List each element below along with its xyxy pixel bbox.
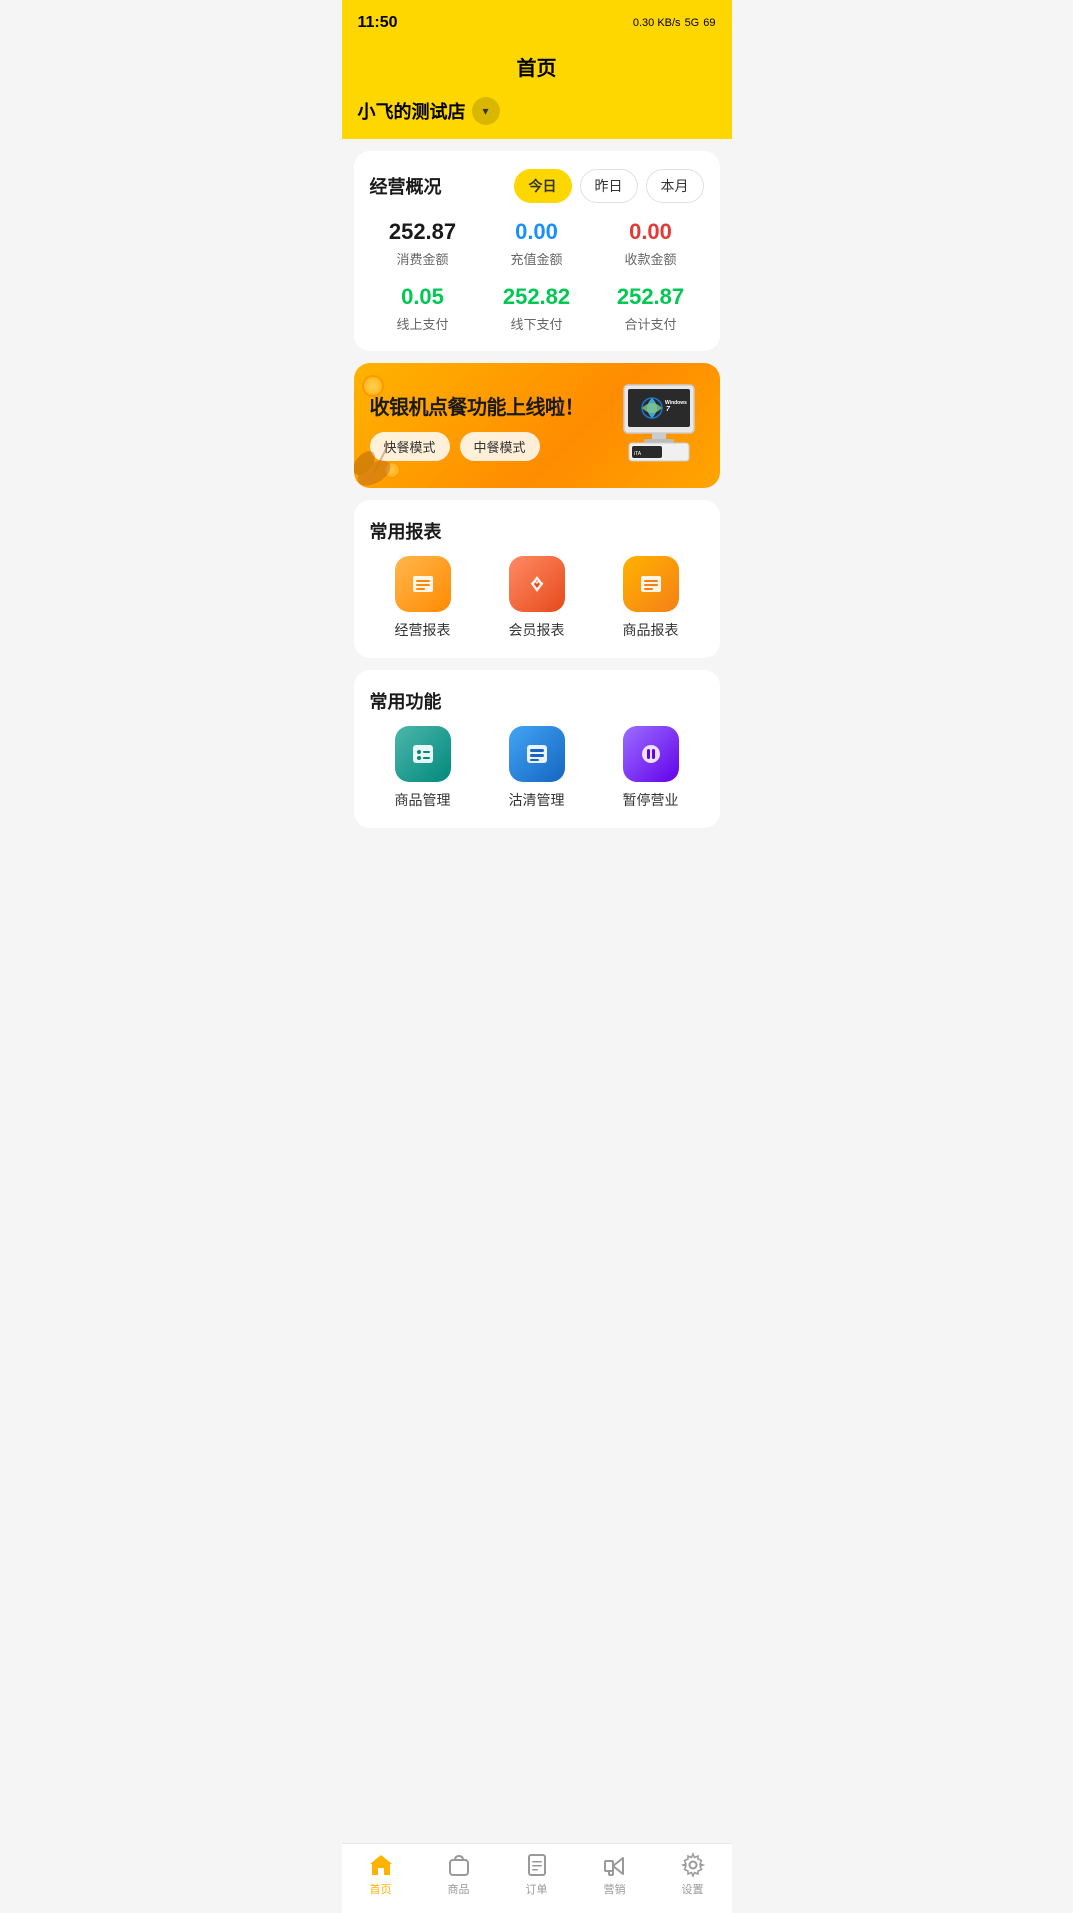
svg-text:iTA: iTA xyxy=(634,451,642,457)
reports-card: 常用报表 经营报表 xyxy=(354,500,720,658)
pos-machine-icon: Windows 7 iTA xyxy=(614,383,704,463)
overview-header: 经营概况 今日 昨日 本月 xyxy=(370,169,704,203)
status-icons: 0.30 KB/s 5G 69 xyxy=(633,17,716,29)
stat-consumption: 252.87 消费金额 xyxy=(370,219,476,268)
app-header: 首页 xyxy=(342,44,732,97)
page-title: 首页 xyxy=(342,52,732,81)
orders-icon xyxy=(524,1852,550,1878)
goods-report-svg xyxy=(637,570,665,598)
functions-grid: 商品管理 沽清管理 xyxy=(370,726,704,810)
nav-settings[interactable]: 设置 xyxy=(654,1852,732,1897)
nav-products-label: 商品 xyxy=(448,1881,470,1897)
settings-icon xyxy=(680,1852,706,1878)
functions-title: 常用功能 xyxy=(370,688,704,714)
stat-consumption-value: 252.87 xyxy=(370,219,476,245)
date-tab-group: 今日 昨日 本月 xyxy=(514,169,704,203)
stat-receipt-label: 收款金额 xyxy=(598,249,704,268)
stat-total-pay: 252.87 合计支付 xyxy=(598,284,704,333)
marketing-icon xyxy=(602,1852,628,1878)
banner-title: 收银机点餐功能上线啦！ xyxy=(370,391,602,420)
business-report-svg xyxy=(409,570,437,598)
report-business[interactable]: 经营报表 xyxy=(370,556,476,640)
stat-offline-pay: 252.82 线下支付 xyxy=(484,284,590,333)
stat-offline-pay-value: 252.82 xyxy=(484,284,590,310)
tab-today[interactable]: 今日 xyxy=(514,169,572,203)
pause-biz-svg xyxy=(637,740,665,768)
battery-level: 69 xyxy=(703,17,715,29)
nav-home[interactable]: 首页 xyxy=(342,1852,420,1897)
banner-leaf-deco xyxy=(354,423,424,488)
nav-settings-label: 设置 xyxy=(682,1881,704,1897)
func-clear-label: 沽清管理 xyxy=(509,790,565,810)
func-product-icon xyxy=(395,726,451,782)
functions-card: 常用功能 商品管理 xyxy=(354,670,720,828)
report-member-label: 会员报表 xyxy=(509,620,565,640)
network-speed: 0.30 KB/s xyxy=(633,17,681,29)
report-member[interactable]: 会员报表 xyxy=(484,556,590,640)
stat-offline-pay-label: 线下支付 xyxy=(484,314,590,333)
products-icon xyxy=(446,1852,472,1878)
report-member-icon xyxy=(509,556,565,612)
home-icon xyxy=(368,1852,394,1878)
nav-orders[interactable]: 订单 xyxy=(498,1852,576,1897)
reports-title: 常用报表 xyxy=(370,518,704,544)
member-report-svg xyxy=(523,570,551,598)
store-name: 小飞的测试店 xyxy=(358,98,466,124)
nav-marketing[interactable]: 营销 xyxy=(576,1852,654,1897)
status-bar: 11:50 0.30 KB/s 5G 69 xyxy=(342,0,732,44)
tab-yesterday[interactable]: 昨日 xyxy=(580,169,638,203)
func-pause-biz[interactable]: 暂停营业 xyxy=(598,726,704,810)
promo-banner[interactable]: 收银机点餐功能上线啦！ 快餐模式 中餐模式 Windows 7 xyxy=(354,363,720,488)
coin-deco-1 xyxy=(362,375,384,397)
stat-online-pay-label: 线上支付 xyxy=(370,314,476,333)
nav-marketing-label: 营销 xyxy=(604,1881,626,1897)
product-mgmt-svg xyxy=(409,740,437,768)
stat-recharge-label: 充值金额 xyxy=(484,249,590,268)
func-clear-mgmt[interactable]: 沽清管理 xyxy=(484,726,590,810)
stat-total-pay-value: 252.87 xyxy=(598,284,704,310)
store-dropdown-icon[interactable]: ▾ xyxy=(472,97,500,125)
report-goods-label: 商品报表 xyxy=(623,620,679,640)
tab-month[interactable]: 本月 xyxy=(646,169,704,203)
stat-online-pay-value: 0.05 xyxy=(370,284,476,310)
func-pause-icon xyxy=(623,726,679,782)
status-time: 11:50 xyxy=(358,14,398,32)
report-business-label: 经营报表 xyxy=(395,620,451,640)
stat-recharge-value: 0.00 xyxy=(484,219,590,245)
report-goods[interactable]: 商品报表 xyxy=(598,556,704,640)
func-product-mgmt[interactable]: 商品管理 xyxy=(370,726,476,810)
stat-total-pay-label: 合计支付 xyxy=(598,314,704,333)
overview-title: 经营概况 xyxy=(370,173,442,199)
nav-home-label: 首页 xyxy=(370,1881,392,1897)
nav-products[interactable]: 商品 xyxy=(420,1852,498,1897)
func-pause-label: 暂停营业 xyxy=(623,790,679,810)
clear-mgmt-svg xyxy=(523,740,551,768)
bottom-nav: 首页 商品 订单 营销 设置 xyxy=(342,1843,732,1913)
reports-grid: 经营报表 会员报表 xyxy=(370,556,704,640)
stat-receipt-value: 0.00 xyxy=(598,219,704,245)
store-selector[interactable]: 小飞的测试店 ▾ xyxy=(342,97,732,139)
banner-image: Windows 7 iTA xyxy=(614,383,704,468)
stat-recharge: 0.00 充值金额 xyxy=(484,219,590,268)
report-business-icon xyxy=(395,556,451,612)
banner-btn-chinese[interactable]: 中餐模式 xyxy=(460,432,540,461)
stat-online-pay: 0.05 线上支付 xyxy=(370,284,476,333)
business-overview-card: 经营概况 今日 昨日 本月 252.87 消费金额 0.00 充值金额 0.00… xyxy=(354,151,720,351)
nav-orders-label: 订单 xyxy=(526,1881,548,1897)
stat-receipt: 0.00 收款金额 xyxy=(598,219,704,268)
report-goods-icon xyxy=(623,556,679,612)
stats-grid: 252.87 消费金额 0.00 充值金额 0.00 收款金额 0.05 线上支… xyxy=(370,219,704,333)
stat-consumption-label: 消费金额 xyxy=(370,249,476,268)
main-content: 经营概况 今日 昨日 本月 252.87 消费金额 0.00 充值金额 0.00… xyxy=(342,139,732,908)
func-product-label: 商品管理 xyxy=(395,790,451,810)
func-clear-icon xyxy=(509,726,565,782)
network-type: 5G xyxy=(685,17,700,29)
